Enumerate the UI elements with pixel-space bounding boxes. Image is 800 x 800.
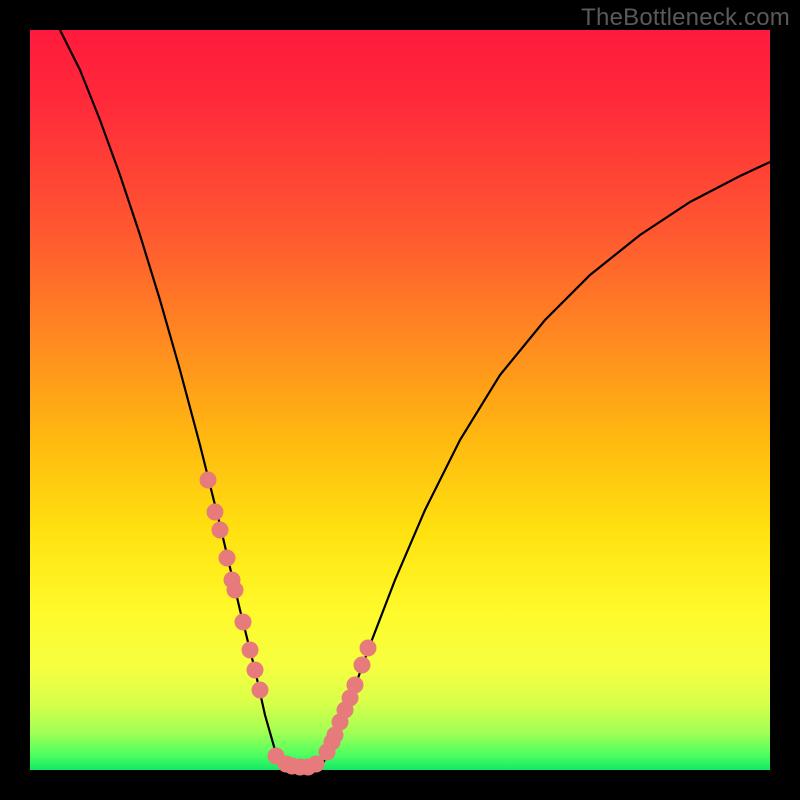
highlight-dot (252, 682, 269, 699)
highlight-dots-group (200, 472, 377, 776)
highlight-dot (219, 550, 236, 567)
highlight-dot (354, 657, 371, 674)
highlight-dot (247, 662, 264, 679)
highlight-dot (207, 504, 224, 521)
highlight-dot (242, 642, 259, 659)
highlight-dot (227, 582, 244, 599)
highlight-dot (360, 640, 377, 657)
highlight-dot (347, 677, 364, 694)
highlight-dot (212, 522, 229, 539)
chart-plot-area (30, 30, 770, 770)
highlight-dot (235, 614, 252, 631)
outer-frame: TheBottleneck.com (0, 0, 800, 800)
bottleneck-curve (60, 30, 770, 769)
curve-svg (30, 30, 770, 770)
watermark-text: TheBottleneck.com (581, 4, 790, 32)
highlight-dot (200, 472, 217, 489)
